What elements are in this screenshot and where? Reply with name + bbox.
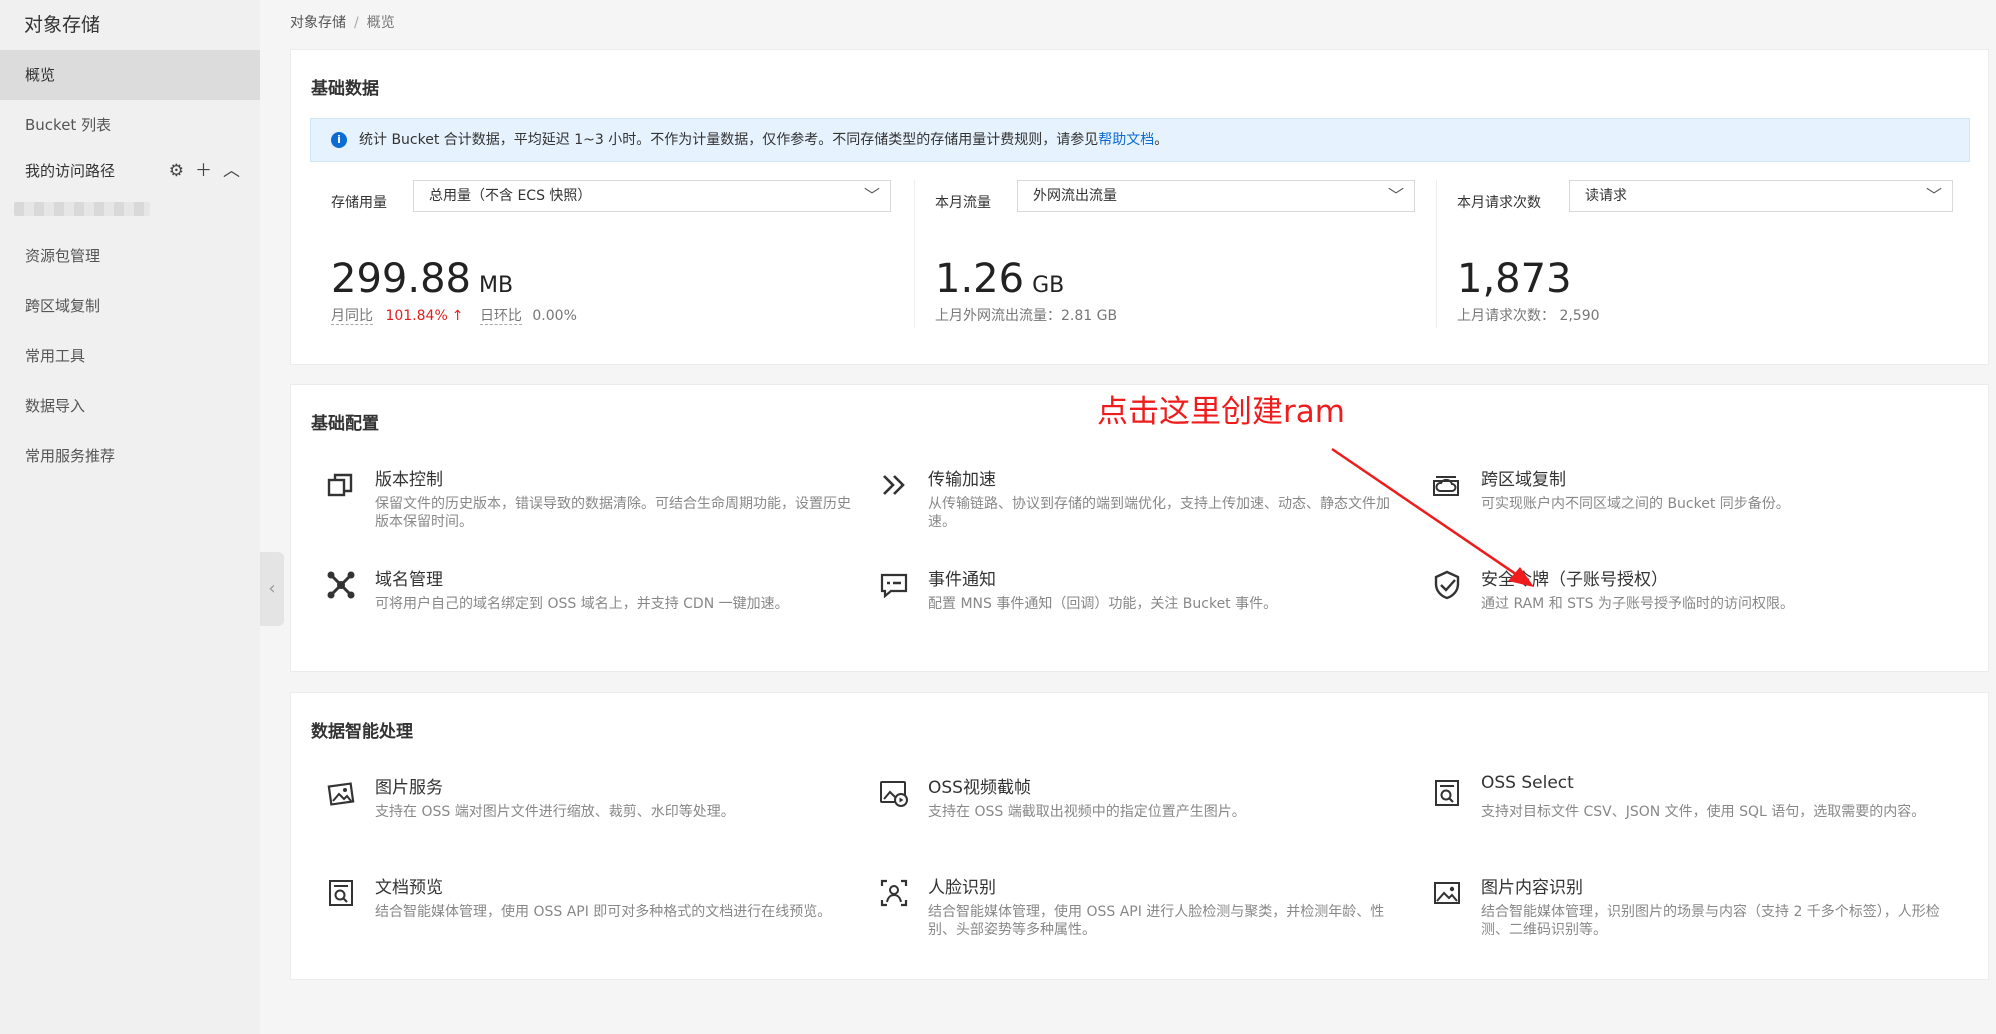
annotation-arrow-icon: [1331, 447, 1534, 587]
breadcrumb-separator: /: [354, 15, 359, 31]
feature-desc: 可实现账户内不同区域之间的 Bucket 同步备份。: [1481, 496, 1790, 512]
help-doc-link[interactable]: 帮助文档: [1098, 132, 1154, 148]
feature-desc: 支持在 OSS 端截取出视频中的指定位置产生图片。: [928, 804, 1246, 820]
feature-title: OSS视频截帧: [928, 778, 1031, 798]
stat-divider: [914, 180, 915, 328]
version-copy-icon: [327, 473, 353, 497]
feature-title: 域名管理: [375, 570, 443, 590]
feature-title: 传输加速: [928, 470, 996, 490]
chevron-down-icon: ﹀: [1387, 186, 1404, 205]
request-type-select[interactable]: 读请求 ﹀: [1569, 180, 1953, 212]
breadcrumb-current: 概览: [366, 15, 395, 31]
data-processing-panel: 数据智能处理 图片服务 支持在 OSS 端对图片文件进行缩放、裁剪、水印等处理。…: [290, 692, 1989, 980]
feature-desc: 通过 RAM 和 STS 为子账号授予临时的访问权限。: [1481, 596, 1794, 612]
feature-title: 图片服务: [375, 778, 443, 798]
breadcrumb: 对象存储 / 概览: [290, 12, 395, 32]
basic-data-panel: 基础数据 i 统计 Bucket 合计数据，平均延迟 1~3 小时。不作为计量数…: [290, 49, 1989, 365]
stat-requests-last-month: 上月请求次数： 2,590: [1457, 308, 1600, 324]
face-recognition-icon: [880, 879, 908, 907]
feature-title: 版本控制: [375, 470, 443, 490]
plus-icon[interactable]: ＋: [195, 146, 212, 196]
feature-title: 图片内容识别: [1481, 878, 1583, 898]
sidebar: 对象存储 概览 Bucket 列表 我的访问路径 ⚙ ＋ ︿ 资源包管理 跨区域…: [0, 0, 260, 1034]
basic-data-title: 基础数据: [311, 79, 379, 99]
traffic-type-select-value: 外网流出流量: [1033, 188, 1117, 204]
stat-requests-value: 1,873: [1457, 256, 1572, 302]
feature-title: 人脸识别: [928, 878, 996, 898]
stat-storage-label: 存储用量: [331, 195, 387, 211]
request-type-select-value: 读请求: [1585, 188, 1627, 204]
chevron-down-icon: ﹀: [863, 186, 880, 205]
feature-desc: 结合智能媒体管理，使用 OSS API 进行人脸检测与聚类，并检测年龄、性别、头…: [928, 904, 1385, 938]
feature-desc: 支持对目标文件 CSV、JSON 文件，使用 SQL 语句，选取需要的内容。: [1481, 804, 1926, 820]
stat-storage-value: 299.88 MB: [331, 256, 514, 302]
sidebar-title: 对象存储: [24, 14, 101, 36]
storage-type-select-value: 总用量（不含 ECS 快照）: [429, 188, 592, 204]
sidebar-item-tools[interactable]: 常用工具: [0, 331, 260, 381]
video-snapshot-icon: [880, 781, 908, 807]
stat-storage-compare: 月同比 101.84% ↑ 日环比 0.00%: [331, 305, 577, 325]
sidebar-item-recommended[interactable]: 常用服务推荐: [0, 431, 260, 481]
feature-domain-management[interactable]: 域名管理 可将用户自己的域名绑定到 OSS 域名上，并支持 CDN 一键加速。: [311, 565, 851, 645]
stat-storage: 存储用量 总用量（不含 ECS 快照） ﹀ 299.88 MB 月同比 101.8…: [331, 180, 931, 328]
stat-traffic-label: 本月流量: [935, 195, 991, 211]
sidebar-item-bucket-list[interactable]: Bucket 列表: [0, 100, 260, 150]
image-content-icon: [1434, 882, 1460, 904]
feature-version-control[interactable]: 版本控制 保留文件的历史版本，错误导致的数据清除。可结合生命周期功能，设置历史版…: [311, 465, 851, 545]
annotation-label: 点击这里创建ram: [1097, 394, 1345, 430]
traffic-type-select[interactable]: 外网流出流量 ﹀: [1017, 180, 1415, 212]
feature-desc: 配置 MNS 事件通知（回调）功能，关注 Bucket 事件。: [928, 596, 1278, 612]
feature-image-content-recognition[interactable]: 图片内容识别 结合智能媒体管理，识别图片的场景与内容（支持 2 千多个标签），人…: [1417, 873, 1957, 953]
stat-requests-label: 本月请求次数: [1457, 195, 1541, 211]
chevron-up-icon[interactable]: ︿: [223, 146, 240, 196]
sidebar-item-cross-region[interactable]: 跨区域复制: [0, 281, 260, 331]
domain-network-icon: [327, 571, 355, 599]
stat-traffic: 本月流量 外网流出流量 ﹀ 1.26 GB 上月外网流出流量：2.81 GB: [935, 180, 1415, 328]
feature-desc: 可将用户自己的域名绑定到 OSS 域名上，并支持 CDN 一键加速。: [375, 596, 789, 612]
dod-value: 0.00%: [532, 308, 577, 324]
blurred-path-item[interactable]: [14, 202, 150, 216]
sidebar-group-label: 我的访问路径: [25, 162, 116, 180]
sidebar-collapse-handle[interactable]: ‹: [260, 552, 284, 626]
sidebar-group-access-path: 我的访问路径 ⚙ ＋ ︿: [0, 146, 260, 196]
event-message-icon: [880, 573, 908, 599]
feature-title: 事件通知: [928, 570, 996, 590]
info-suffix: 。: [1154, 132, 1169, 148]
data-processing-title: 数据智能处理: [311, 722, 413, 742]
sidebar-item-resource-pack[interactable]: 资源包管理: [0, 231, 260, 281]
arrow-up-icon: ↑: [451, 308, 464, 324]
document-preview-icon: [329, 880, 353, 906]
sidebar-item-overview[interactable]: 概览: [0, 50, 260, 100]
stat-requests: 本月请求次数 读请求 ﹀ 1,873 上月请求次数： 2,590: [1457, 180, 1957, 328]
chevron-down-icon: ﹀: [1925, 186, 1942, 205]
info-icon: i: [331, 132, 347, 148]
dod-label: 日环比: [479, 308, 522, 325]
feature-desc: 结合智能媒体管理，识别图片的场景与内容（支持 2 千多个标签），人形检测、二维码…: [1481, 904, 1940, 938]
feature-face-recognition[interactable]: 人脸识别 结合智能媒体管理，使用 OSS API 进行人脸检测与聚类，并检测年龄…: [864, 873, 1404, 953]
feature-desc: 结合智能媒体管理，使用 OSS API 即可对多种格式的文档进行在线预览。: [375, 904, 832, 920]
stat-traffic-last-month: 上月外网流出流量：2.81 GB: [935, 308, 1118, 324]
gear-icon[interactable]: ⚙: [169, 146, 184, 196]
image-service-icon: [327, 782, 355, 806]
feature-image-service[interactable]: 图片服务 支持在 OSS 端对图片文件进行缩放、裁剪、水印等处理。: [311, 773, 851, 853]
feature-title: 文档预览: [375, 878, 443, 898]
info-banner: i 统计 Bucket 合计数据，平均延迟 1~3 小时。不作为计量数据，仅作参…: [310, 118, 1970, 162]
breadcrumb-root[interactable]: 对象存储: [290, 15, 346, 31]
stat-traffic-value: 1.26 GB: [935, 256, 1065, 302]
feature-desc: 保留文件的历史版本，错误导致的数据清除。可结合生命周期功能，设置历史版本保留时间…: [375, 496, 851, 530]
basic-config-title: 基础配置: [311, 414, 379, 434]
feature-oss-select[interactable]: OSS Select 支持对目标文件 CSV、JSON 文件，使用 SQL 语句…: [1417, 773, 1957, 853]
mom-value: 101.84%: [385, 308, 448, 324]
stat-divider: [1436, 180, 1437, 328]
storage-type-select[interactable]: 总用量（不含 ECS 快照） ﹀: [413, 180, 891, 212]
feature-desc: 支持在 OSS 端对图片文件进行缩放、裁剪、水印等处理。: [375, 804, 735, 820]
select-search-icon: [1435, 780, 1459, 806]
mom-label: 月同比: [331, 308, 373, 325]
info-text: 统计 Bucket 合计数据，平均延迟 1~3 小时。不作为计量数据，仅作参考。…: [359, 132, 1099, 148]
feature-video-snapshot[interactable]: OSS视频截帧 支持在 OSS 端截取出视频中的指定位置产生图片。: [864, 773, 1404, 853]
feature-document-preview[interactable]: 文档预览 结合智能媒体管理，使用 OSS API 即可对多种格式的文档进行在线预…: [311, 873, 851, 953]
sidebar-item-data-import[interactable]: 数据导入: [0, 381, 260, 431]
double-chevron-right-icon: [883, 475, 905, 495]
feature-title: OSS Select: [1481, 773, 1574, 793]
